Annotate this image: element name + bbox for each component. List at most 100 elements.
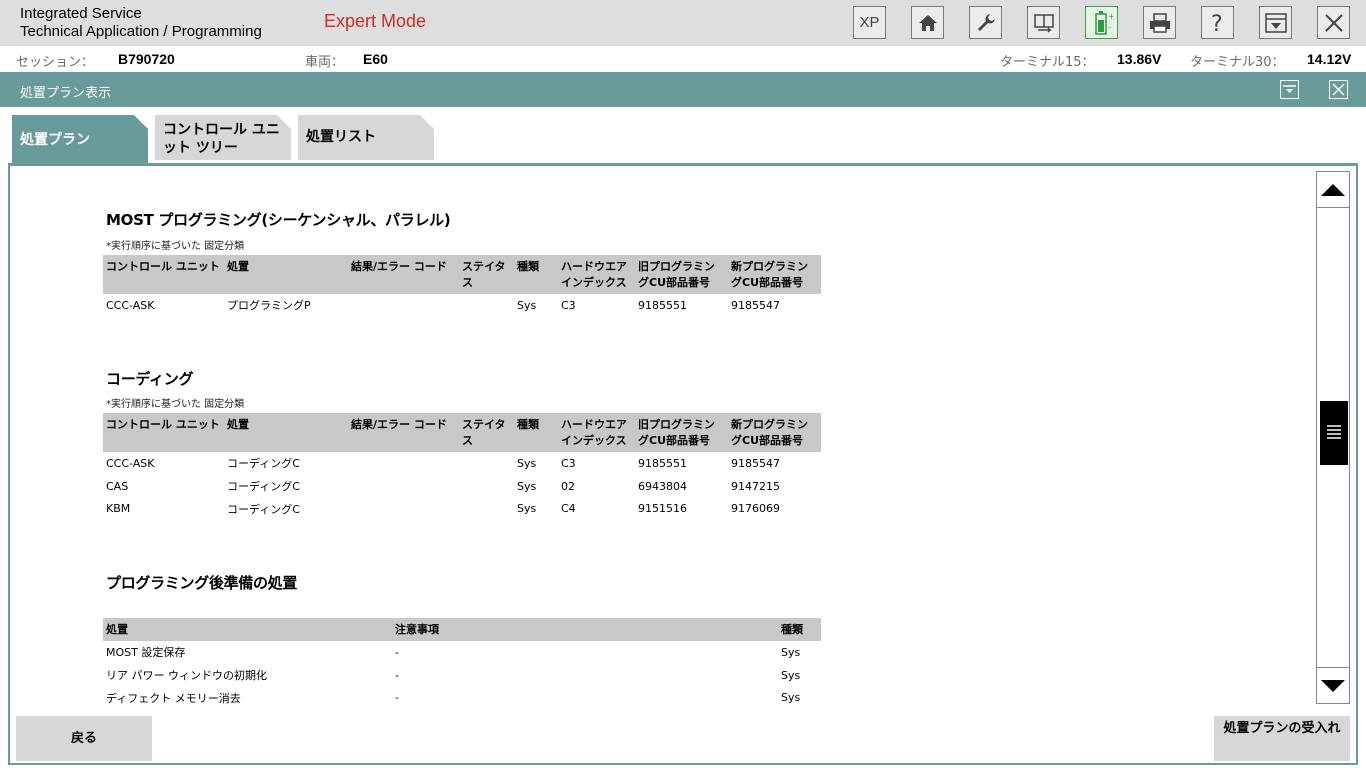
column-header: ハードウエア インデックス bbox=[561, 260, 627, 289]
most-note: *実行順序に基づいた 固定分類 bbox=[106, 241, 245, 252]
cell-type: Sys bbox=[517, 456, 537, 470]
download-button[interactable] bbox=[1259, 6, 1292, 39]
cell-action: リア パワー ウィンドウの初期化 bbox=[106, 669, 267, 683]
coding-heading: コーディング bbox=[106, 370, 194, 388]
most-heading: MOST プログラミング(シーケンシャル、パラレル) bbox=[106, 211, 451, 229]
cell-type: Sys bbox=[781, 645, 801, 659]
xp-icon: XP bbox=[859, 14, 880, 31]
cell-action: MOST 設定保存 bbox=[106, 646, 186, 660]
table-row[interactable]: リア パワー ウィンドウの初期化 - Sys bbox=[103, 664, 821, 687]
scroll-up-button[interactable] bbox=[1317, 172, 1349, 208]
column-header: 種類 bbox=[517, 260, 539, 273]
mode-label: Expert Mode bbox=[324, 11, 427, 31]
table-row[interactable]: CCC-ASK プログラミングP Sys C3 9185551 9185547 bbox=[103, 294, 821, 317]
column-header: ハードウエア インデックス bbox=[561, 418, 627, 447]
column-header: 処置 bbox=[227, 418, 249, 431]
cell-action: プログラミングP bbox=[227, 299, 311, 313]
column-header: ステイタス bbox=[462, 260, 506, 289]
terminal30-label: ターミナル30： bbox=[1190, 55, 1285, 70]
column-header: コントロール ユニット bbox=[106, 260, 220, 273]
section-close-button[interactable] bbox=[1329, 80, 1348, 99]
cell-new-part: 9185547 bbox=[731, 456, 780, 470]
column-header: 処置 bbox=[106, 623, 128, 636]
minimize-icon bbox=[1283, 85, 1296, 93]
cell-hw-index: C3 bbox=[561, 456, 576, 470]
home-icon bbox=[918, 14, 937, 31]
cell-hw-index: C3 bbox=[561, 298, 576, 312]
vertical-scrollbar[interactable] bbox=[1316, 171, 1350, 704]
svg-text:?: ? bbox=[1211, 12, 1223, 35]
cell-note: - bbox=[395, 645, 399, 659]
svg-text:-: - bbox=[1108, 23, 1111, 32]
cell-result bbox=[348, 475, 459, 498]
help-button[interactable]: ? bbox=[1201, 6, 1234, 39]
cell-note: - bbox=[395, 691, 399, 705]
print-button[interactable] bbox=[1143, 6, 1176, 39]
coding-note: *実行順序に基づいた 固定分類 bbox=[106, 399, 245, 410]
swap-icon bbox=[1033, 13, 1054, 33]
app-title: Integrated Service Technical Application… bbox=[20, 5, 262, 41]
column-header: 新プログラミングCU部品番号 bbox=[731, 260, 808, 289]
cell-new-part: 9176069 bbox=[731, 502, 780, 516]
grip-icon bbox=[1327, 425, 1341, 439]
cell-note: - bbox=[395, 668, 399, 682]
cell-status bbox=[459, 475, 514, 498]
cell-action: ディフェクト メモリー消去 bbox=[106, 691, 241, 705]
cell-result bbox=[348, 452, 459, 475]
scroll-down-button[interactable] bbox=[1317, 667, 1349, 703]
app-title-line1: Integrated Service bbox=[20, 5, 142, 22]
cell-result bbox=[348, 497, 459, 520]
accept-plan-button[interactable]: 処置プランの受入れ bbox=[1214, 716, 1350, 761]
close-icon bbox=[1324, 13, 1343, 32]
section-minimize-button[interactable] bbox=[1280, 80, 1299, 99]
column-header: 処置 bbox=[227, 260, 249, 273]
app-title-line2: Technical Application / Programming bbox=[20, 23, 262, 40]
cell-action: コーディングC bbox=[227, 480, 300, 494]
column-header: 注意事項 bbox=[395, 623, 439, 636]
settings-button[interactable] bbox=[969, 6, 1002, 39]
column-header: 結果/エラー コード bbox=[351, 260, 447, 273]
arrow-down-icon bbox=[1321, 680, 1345, 692]
table-row[interactable]: ディフェクト メモリー消去 - Sys bbox=[103, 686, 821, 709]
post-table: 処置 注意事項 種類 MOST 設定保存 - Sys リア パワー ウィンドウの… bbox=[103, 618, 821, 709]
session-value: B790720 bbox=[118, 51, 175, 67]
home-button[interactable] bbox=[911, 6, 944, 39]
tab-treatment-list[interactable]: 処置リスト bbox=[298, 115, 434, 160]
table-row[interactable]: MOST 設定保存 - Sys bbox=[103, 641, 821, 664]
tab-control-unit-tree[interactable]: コントロール ユニット ツリー bbox=[155, 115, 291, 160]
cell-status bbox=[459, 497, 514, 520]
table-header-row: コントロール ユニット 処置 結果/エラー コード ステイタス 種類 ハードウエ… bbox=[103, 255, 821, 294]
top-bar: Integrated Service Technical Application… bbox=[0, 0, 1366, 46]
column-header: 旧プログラミングCU部品番号 bbox=[638, 418, 715, 447]
battery-button[interactable]: + - bbox=[1085, 6, 1118, 39]
cell-control-unit: CAS bbox=[106, 479, 129, 493]
tab-treatment-plan[interactable]: 処置プラン bbox=[12, 115, 148, 165]
xp-button[interactable]: XP bbox=[853, 6, 886, 39]
cell-control-unit: CCC-ASK bbox=[106, 298, 155, 312]
terminal30-value: 14.12V bbox=[1307, 51, 1352, 67]
arrow-up-icon bbox=[1321, 184, 1345, 196]
column-header: ステイタス bbox=[462, 418, 506, 447]
session-label: セッション： bbox=[16, 55, 95, 70]
cell-old-part: 9185551 bbox=[638, 456, 687, 470]
scroll-thumb[interactable] bbox=[1320, 401, 1348, 465]
svg-text:+: + bbox=[1108, 12, 1113, 21]
terminal15-label: ターミナル15： bbox=[1000, 55, 1095, 70]
back-button[interactable]: 戻る bbox=[16, 716, 152, 761]
exit-button[interactable] bbox=[1317, 6, 1350, 39]
cell-new-part: 9185547 bbox=[731, 298, 780, 312]
table-row[interactable]: CAS コーディングC Sys 02 6943804 9147215 bbox=[103, 475, 821, 498]
table-row[interactable]: CCC-ASK コーディングC Sys C3 9185551 9185547 bbox=[103, 452, 821, 475]
table-header-row: コントロール ユニット 処置 結果/エラー コード ステイタス 種類 ハードウエ… bbox=[103, 413, 821, 452]
swap-button[interactable] bbox=[1027, 6, 1060, 39]
help-icon: ? bbox=[1211, 12, 1223, 35]
treatment-plan-panel: MOST プログラミング(シーケンシャル、パラレル) *実行順序に基づいた 固定… bbox=[8, 163, 1358, 765]
close-icon bbox=[1332, 83, 1345, 96]
cell-hw-index: 02 bbox=[561, 479, 575, 493]
cell-type: Sys bbox=[781, 668, 801, 682]
table-row[interactable]: KBM コーディングC Sys C4 9151516 9176069 bbox=[103, 497, 821, 520]
section-header: 処置プラン表示 bbox=[0, 72, 1366, 107]
cell-result bbox=[348, 294, 459, 317]
post-heading: プログラミング後準備の処置 bbox=[106, 574, 298, 592]
info-bar: セッション： B790720 車両： E60 ターミナル15： 13.86V タ… bbox=[0, 46, 1366, 71]
